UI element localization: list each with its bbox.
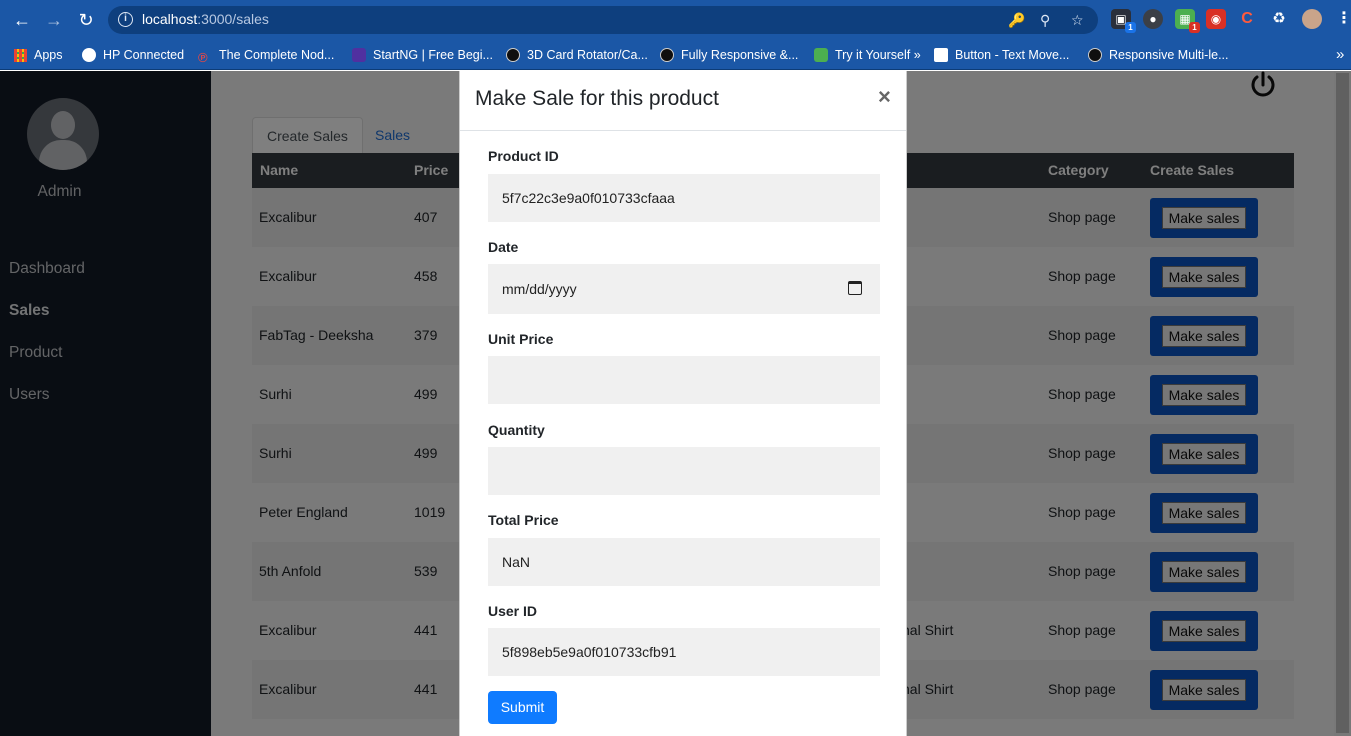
apps-grid-icon xyxy=(14,49,27,62)
startng-icon xyxy=(352,48,366,62)
extension-grid-icon[interactable]: ▦ 1 xyxy=(1175,9,1200,33)
app-viewport: Admin Dashboard Sales Product Users Crea… xyxy=(0,71,1351,736)
bookmark-hp-connected[interactable]: HP Connected xyxy=(82,45,184,65)
menu-kebab-icon[interactable]: ⋮ xyxy=(1334,9,1351,29)
codepen-icon xyxy=(1088,48,1102,62)
make-sale-modal: Make Sale for this product × Product ID … xyxy=(459,71,907,736)
total-price-label: Total Price xyxy=(488,512,559,528)
extensions-puzzle-icon[interactable]: ♻ xyxy=(1269,9,1289,29)
close-icon[interactable]: × xyxy=(878,84,891,110)
profile-avatar-icon[interactable] xyxy=(1302,9,1322,29)
key-icon[interactable]: 🔑 xyxy=(1008,12,1025,28)
cube-icon xyxy=(934,48,948,62)
back-arrow-icon[interactable]: ← xyxy=(10,8,34,32)
udemy-icon: ℗ xyxy=(198,50,208,65)
quantity-label: Quantity xyxy=(488,422,545,438)
reload-icon[interactable]: ↻ xyxy=(74,8,98,32)
bookmark-fully-responsive[interactable]: Fully Responsive &... xyxy=(660,45,798,65)
unit-price-field[interactable] xyxy=(488,356,880,404)
extension-bug-icon[interactable]: ◉ xyxy=(1206,9,1226,29)
bookmark-try-it[interactable]: Try it Yourself » xyxy=(814,45,921,65)
site-info-icon[interactable]: i xyxy=(118,12,133,27)
url-text: localhost:3000/sales xyxy=(142,11,269,27)
globe-icon xyxy=(82,48,96,62)
bookmark-responsive-multi[interactable]: Responsive Multi-le... xyxy=(1088,45,1229,65)
extension-cube-icon[interactable]: ▣ 1 xyxy=(1111,9,1136,33)
codepen-icon xyxy=(660,48,674,62)
star-icon[interactable]: ☆ xyxy=(1071,12,1084,28)
date-label: Date xyxy=(488,239,519,255)
browser-toolbar: ← → ↻ i localhost:3000/sales 🔑 ⚲ ☆ ▣ 1 ● … xyxy=(0,0,1351,40)
bookmark-complete-node[interactable]: ℗ The Complete Nod... xyxy=(198,45,334,65)
w3schools-icon xyxy=(814,48,828,62)
bookmark-startng[interactable]: StartNG | Free Begi... xyxy=(352,45,493,65)
bookmark-button-text-move[interactable]: Button - Text Move... xyxy=(934,45,1069,65)
modal-title: Make Sale for this product xyxy=(475,87,719,110)
more-bookmarks-chevron-icon[interactable]: » xyxy=(1336,45,1344,65)
total-price-field[interactable]: NaN xyxy=(488,538,880,586)
date-placeholder: mm/dd/yyyy xyxy=(502,281,577,297)
unit-price-label: Unit Price xyxy=(488,331,554,347)
extension-circle-icon[interactable]: ● xyxy=(1143,9,1163,29)
date-field[interactable]: mm/dd/yyyy xyxy=(488,264,880,314)
zoom-icon[interactable]: ⚲ xyxy=(1040,12,1050,28)
bookmark-apps[interactable]: Apps xyxy=(14,45,63,65)
user-id-label: User ID xyxy=(488,603,538,619)
submit-button[interactable]: Submit xyxy=(488,691,557,724)
bookmarks-bar: Apps HP Connected ℗ The Complete Nod... S… xyxy=(0,40,1351,70)
modal-header: Make Sale for this product × xyxy=(460,71,906,131)
codepen-icon xyxy=(506,48,520,62)
extension-c-icon[interactable]: C xyxy=(1237,9,1257,29)
bookmark-3d-card[interactable]: 3D Card Rotator/Ca... xyxy=(506,45,648,65)
forward-arrow-icon[interactable]: → xyxy=(42,8,66,32)
product-id-label: Product ID xyxy=(488,148,559,164)
user-id-field[interactable]: 5f898eb5e9a0f010733cfb91 xyxy=(488,628,880,676)
product-id-field[interactable]: 5f7c22c3e9a0f010733cfaaa xyxy=(488,174,880,222)
address-bar[interactable]: i localhost:3000/sales 🔑 ⚲ ☆ xyxy=(108,6,1098,34)
calendar-icon[interactable] xyxy=(848,281,862,295)
quantity-field[interactable] xyxy=(488,447,880,495)
